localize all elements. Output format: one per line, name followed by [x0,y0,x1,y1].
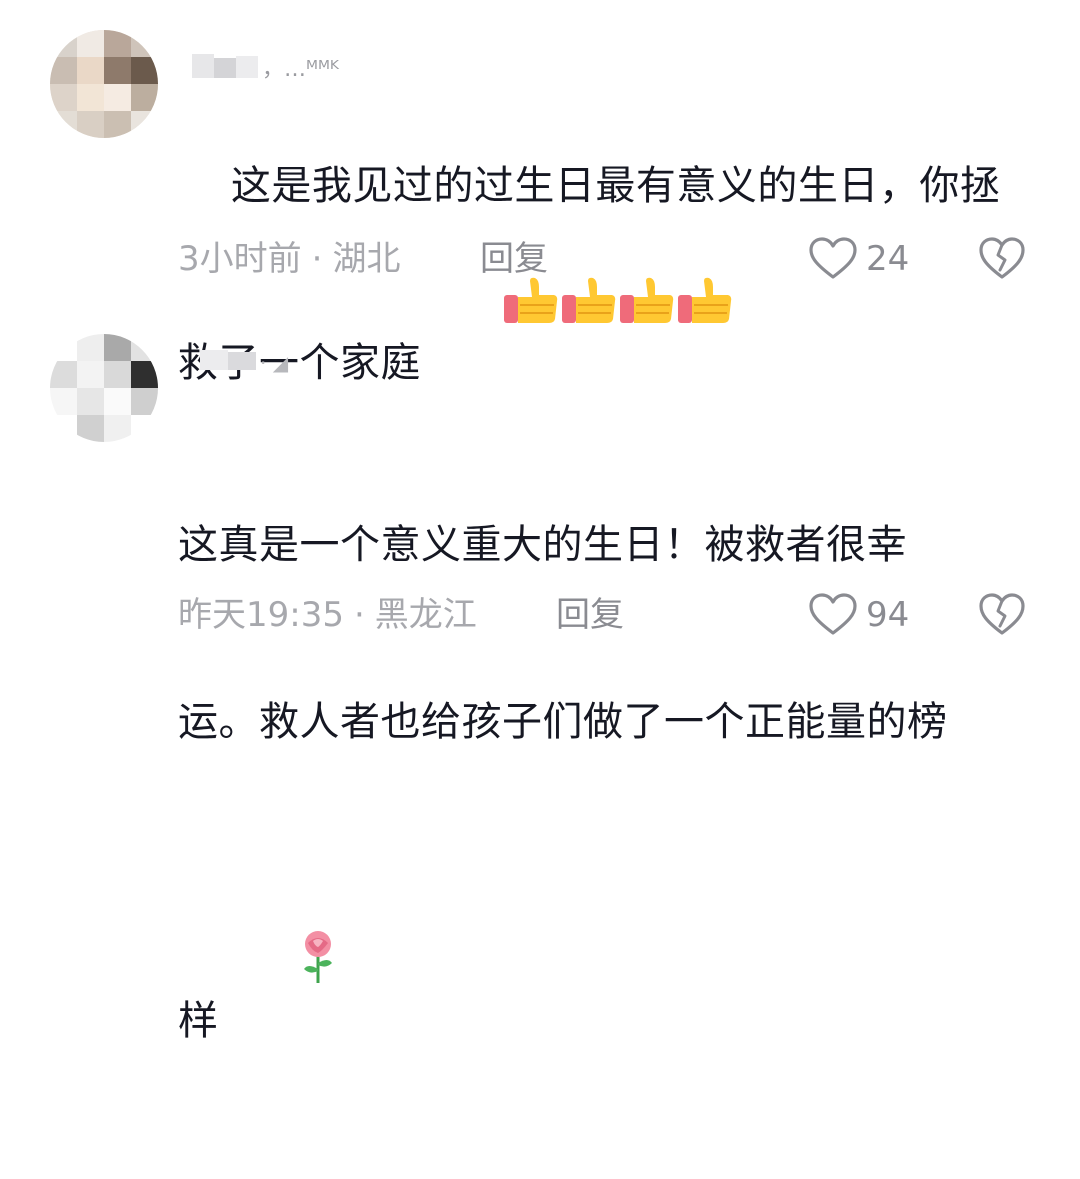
avatar[interactable] [50,30,158,138]
dislike-button[interactable] [978,236,1026,282]
reply-button[interactable]: 回复 [480,236,548,282]
svg-text:，…ᴹᴹᴷ: ，…ᴹᴹᴷ [262,57,340,82]
like-button[interactable]: 94 [808,592,909,638]
svg-text:· ◢: · ◢ [260,351,289,375]
comment-text: 这真是一个意义重大的生日！被救者很幸 运。救人者也给孩子们做了一个正能量的榜 样 [178,398,1038,1179]
username-blurred: ，…ᴹᴹᴷ [192,54,340,82]
comment-2: · ◢ 这真是一个意义重大的生日！被救者很幸 运。救人者也给孩子们做了一个正能量… [0,320,1080,1044]
timestamp: 3小时前 [178,239,302,279]
broken-heart-icon [979,237,1025,279]
comment-text-line: 这真是一个意义重大的生日！被救者很幸 [178,522,907,568]
rose-emoji [221,870,336,1061]
comment-meta: 3小时前 · 湖北 [178,236,400,282]
heart-outline-icon [809,237,857,279]
comment-text-line-tail: 样 [178,998,219,1044]
reply-button[interactable]: 回复 [556,592,624,638]
username[interactable]: · ◢ [200,340,300,380]
comment-1: ，…ᴹᴹᴷ 这是我见过的过生日最有意义的生日，你拯救了一个家庭 3小时前 · 湖… [0,0,1080,386]
rose-icon [303,931,332,983]
timestamp: 昨天19:35 [178,595,344,635]
avatar[interactable] [50,334,158,442]
broken-heart-icon [979,593,1025,635]
heart-outline-icon [809,593,857,635]
username[interactable]: ，…ᴹᴹᴷ [192,48,342,88]
comment-text-line: 运。救人者也给孩子们做了一个正能量的榜 [178,699,948,745]
separator-dot: · [311,239,323,279]
location: 黑龙江 [374,595,477,635]
like-button[interactable]: 24 [808,236,909,282]
dislike-button[interactable] [978,592,1026,638]
like-count: 24 [866,239,910,279]
comment-text-line-last: 样 [178,870,1038,1061]
separator-dot: · [353,595,365,635]
like-count: 94 [866,595,910,635]
username-blurred: · ◢ [200,350,289,375]
comment-meta: 昨天19:35 · 黑龙江 [178,592,477,638]
location: 湖北 [332,239,401,279]
